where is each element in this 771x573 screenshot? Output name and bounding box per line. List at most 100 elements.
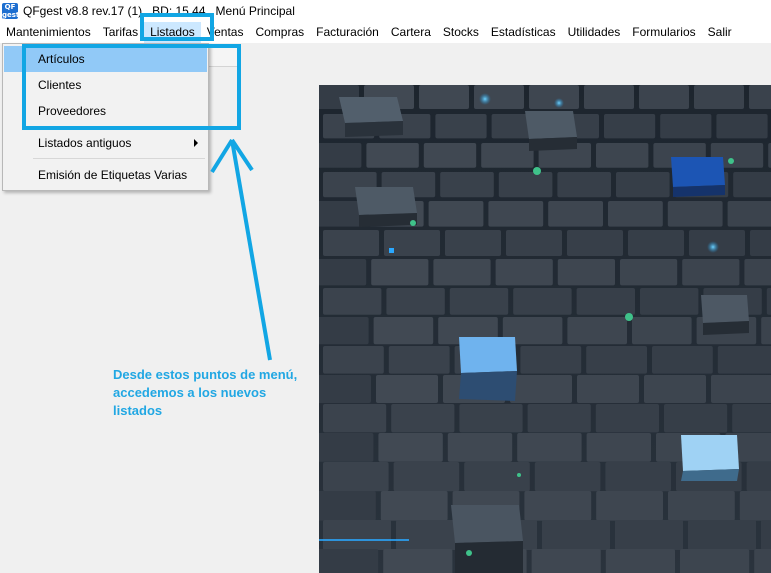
floor-tile xyxy=(596,143,649,168)
app-logo-icon: QF gest xyxy=(2,3,20,19)
floor-tile xyxy=(445,230,501,256)
floor-tile xyxy=(520,346,582,374)
floor-tile xyxy=(644,375,706,403)
annotation-text: Desde estos puntos de menú, accedemos a … xyxy=(113,367,298,418)
floor-tile xyxy=(604,114,656,139)
floor-tile xyxy=(323,462,389,492)
floor-tile xyxy=(616,172,670,198)
floor-tile xyxy=(682,259,740,286)
floor-tile xyxy=(534,462,601,492)
menu-salir[interactable]: Salir xyxy=(702,22,738,43)
floor-tile xyxy=(524,491,592,521)
floor-tile xyxy=(435,114,487,139)
raised-cube xyxy=(525,111,577,151)
menu-stocks[interactable]: Stocks xyxy=(437,22,485,43)
floor-tile xyxy=(378,433,443,462)
floor-tile xyxy=(319,317,369,345)
floor-tile xyxy=(586,346,647,374)
floor-tile xyxy=(577,375,639,403)
floor-tile xyxy=(319,549,379,573)
floor-tile xyxy=(605,462,671,492)
floor-tile xyxy=(732,404,771,433)
floor-tile xyxy=(386,288,445,315)
floor-tile xyxy=(639,85,689,109)
background-image xyxy=(319,85,771,573)
raised-cube xyxy=(451,505,523,573)
floor-tile xyxy=(727,201,771,227)
floor-tile xyxy=(447,433,513,462)
menu-compras[interactable]: Compras xyxy=(249,22,310,43)
floor-tile xyxy=(688,520,756,550)
floor-tile xyxy=(459,404,523,433)
floor-tile xyxy=(531,549,601,573)
floor-tile xyxy=(388,346,450,374)
floor-tile xyxy=(567,230,623,256)
floor-tile xyxy=(750,230,771,256)
floor-tile xyxy=(373,317,434,345)
floor-tile xyxy=(383,549,453,573)
floor-tile xyxy=(628,230,684,256)
floor-tile xyxy=(371,259,429,286)
floor-tile xyxy=(376,375,438,403)
floor-tile xyxy=(380,491,448,521)
floor-tile xyxy=(517,433,582,462)
dropdown-item-label: Listados antiguos xyxy=(38,136,132,150)
floor-tile xyxy=(319,143,362,168)
floor-tile xyxy=(391,404,455,433)
menu-estadisticas[interactable]: Estadísticas xyxy=(485,22,562,43)
lit-blue-cube xyxy=(459,337,517,401)
floor-tile xyxy=(440,172,494,198)
floor-tile xyxy=(733,172,771,198)
floor-tile xyxy=(510,375,572,403)
dropdown-item-listados-antiguos[interactable]: Listados antiguos xyxy=(4,130,207,156)
raised-cube xyxy=(339,97,403,137)
floor-tile xyxy=(620,259,678,286)
menu-utilidades[interactable]: Utilidades xyxy=(562,22,627,43)
floor-tile xyxy=(746,462,771,492)
floor-tile xyxy=(319,433,374,462)
floor-tile xyxy=(586,433,651,462)
menu-bar: Mantenimientos Tarifas Listados Ventas C… xyxy=(0,22,771,43)
floor-tile xyxy=(717,346,771,374)
floor-tile xyxy=(449,288,509,315)
floor-tile xyxy=(739,491,771,521)
floor-tile xyxy=(527,404,591,433)
floor-tile xyxy=(652,346,713,374)
floor-tile xyxy=(744,259,771,286)
floor-tile xyxy=(754,549,771,573)
floor-tile xyxy=(766,288,771,315)
floor-tile xyxy=(323,230,379,256)
floor-tile xyxy=(596,491,663,521)
menu-mantenimientos[interactable]: Mantenimientos xyxy=(0,22,97,43)
blue-raised-cube xyxy=(671,157,725,197)
floor-tile xyxy=(761,520,771,550)
raised-cube xyxy=(355,187,417,227)
floor-tile xyxy=(557,259,615,286)
floor-tile xyxy=(615,520,683,550)
floor-tile xyxy=(428,201,484,227)
floor-tile xyxy=(576,288,635,315)
floor-tile xyxy=(488,201,544,227)
menu-facturacion[interactable]: Facturación xyxy=(310,22,385,43)
floor-tile xyxy=(664,404,728,433)
floor-tile xyxy=(319,375,371,403)
floor-tile xyxy=(584,85,634,109)
floor-tile xyxy=(323,288,382,315)
floor-tile xyxy=(495,259,553,286)
floor-tile xyxy=(323,346,384,374)
floor-tile xyxy=(481,143,534,168)
floor-tile xyxy=(393,462,460,492)
menu-formularios[interactable]: Formularios xyxy=(626,22,701,43)
menu-cartera[interactable]: Cartera xyxy=(385,22,437,43)
title-bar: QF gest QFgest v8.8 rev.17 (1) BD: 15.44 … xyxy=(0,0,771,22)
floor-tile xyxy=(323,404,387,433)
floor-tile xyxy=(419,85,469,109)
floor-tile xyxy=(506,230,562,256)
menu-tarifas[interactable]: Tarifas xyxy=(97,22,144,43)
floor-tile xyxy=(498,172,553,198)
floor-tile xyxy=(323,520,391,550)
floor-tile xyxy=(716,114,768,139)
highlight-box-listados-menu xyxy=(140,13,214,41)
floor-tile xyxy=(605,549,675,573)
dropdown-item-emision-etiquetas[interactable]: Emisión de Etiquetas Varias xyxy=(4,162,207,188)
